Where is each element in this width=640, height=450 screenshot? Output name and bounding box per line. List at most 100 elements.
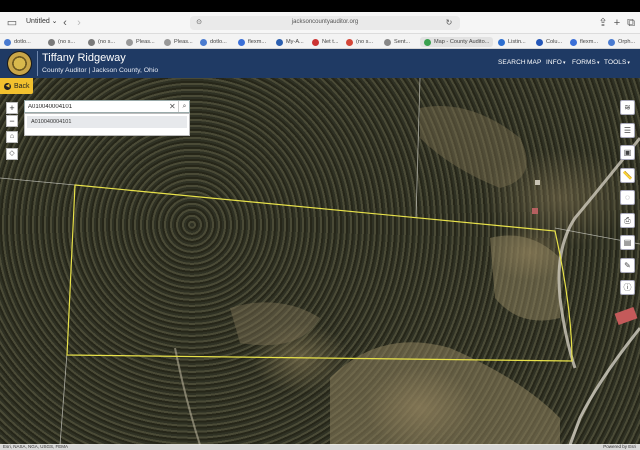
layers-tool-button[interactable]: ≋	[620, 100, 635, 115]
screen-top-bezel	[0, 0, 640, 12]
share-icon[interactable]: ⇪	[596, 16, 610, 30]
caret-down-icon: ▾	[562, 60, 566, 66]
map-attribution: Esri, NASA, NGA, USGS, FEMA Powered by E…	[0, 444, 640, 450]
attribution-sources: Esri, NASA, NGA, USGS, FEMA	[3, 444, 69, 449]
favorite-label: Orph...	[618, 39, 636, 45]
back-nav-icon[interactable]: ‹	[58, 16, 72, 30]
minus-icon: −	[9, 116, 15, 126]
favicon-icon	[424, 38, 431, 46]
new-tab-icon[interactable]: +	[610, 16, 624, 30]
favorite-label: Map - County Audito...	[434, 39, 490, 45]
favorite-item[interactable]: Pleas...	[164, 37, 193, 47]
locate-icon: ◇	[9, 150, 15, 157]
favorite-item[interactable]: Pleas...	[126, 37, 155, 47]
county-seal-logo[interactable]	[7, 51, 32, 76]
search-icon[interactable]: ⌕	[178, 101, 190, 112]
field-area	[490, 235, 560, 321]
site-title: Tiffany Ridgeway	[42, 52, 126, 64]
site-subtitle: County Auditor | Jackson County, Ohio	[42, 67, 159, 74]
tab-overview-icon[interactable]: ⧉	[624, 16, 638, 30]
reload-icon[interactable]: ↻	[442, 16, 456, 30]
building	[532, 208, 538, 214]
identify-icon: ▣	[623, 148, 632, 157]
parcel-search-input[interactable]	[28, 102, 158, 112]
favorite-item[interactable]: flexm...	[570, 37, 598, 47]
window-title[interactable]: Untitled ⌄	[26, 17, 58, 25]
favicon-icon	[126, 38, 133, 46]
favorite-label: Sent...	[394, 39, 411, 45]
favorite-item[interactable]: (no s...	[88, 37, 115, 47]
save-icon: ▤	[623, 238, 632, 247]
nav-tools[interactable]: TOOLS▾	[604, 59, 630, 66]
home-button[interactable]: ⌂	[6, 131, 18, 143]
field-area	[420, 106, 527, 188]
url-text: jacksoncountyauditor.org	[291, 19, 359, 25]
favicon-icon	[164, 38, 171, 46]
favorite-item[interactable]: Orph...	[608, 37, 635, 47]
building	[614, 306, 638, 326]
zoom-out-button[interactable]: −	[6, 115, 18, 127]
favorite-label: Pleas...	[136, 39, 155, 45]
nav-forms[interactable]: FORMS▾	[572, 59, 600, 66]
favorite-item[interactable]: (no s...	[48, 37, 75, 47]
hide-icon: ◌	[625, 193, 630, 202]
favorite-item[interactable]: (no s...	[346, 37, 373, 47]
favicon-icon	[498, 38, 505, 46]
favorite-label: (no s...	[98, 39, 116, 45]
favicon-icon	[88, 38, 95, 46]
favicon-icon	[384, 38, 391, 46]
locate-button[interactable]: ◇	[6, 148, 18, 160]
favorite-label: Net t...	[322, 39, 339, 45]
address-bar[interactable]: ⊙ jacksoncountyauditor.org ↻	[190, 16, 460, 30]
favorite-label: (no s...	[58, 39, 76, 45]
favicon-icon	[346, 38, 353, 46]
clear-search-icon[interactable]: ✕	[169, 102, 176, 112]
hide-tool-button[interactable]: ◌	[620, 190, 635, 205]
nav-search[interactable]: SEARCH	[498, 59, 526, 66]
zoom-in-button[interactable]: +	[6, 102, 18, 114]
identify-tool-button[interactable]: ▣	[620, 145, 635, 160]
nav-map[interactable]: MAP	[527, 59, 541, 66]
favorite-label: flexm...	[580, 39, 599, 45]
list-icon: ☰	[623, 125, 632, 135]
layers-icon: ≋	[624, 103, 631, 112]
favorite-item[interactable]: Net t...	[312, 37, 338, 47]
measure-tool-button[interactable]: 📏	[620, 167, 635, 183]
home-icon: ⌂	[9, 133, 15, 140]
favorite-item[interactable]: dotlo...	[200, 37, 227, 47]
info-tool-button[interactable]: ⓘ	[620, 280, 635, 295]
favicon-icon	[536, 38, 543, 46]
favorite-item[interactable]: Colu...	[536, 37, 562, 47]
trail	[174, 347, 201, 445]
print-icon: ⎙	[624, 215, 631, 225]
suggestion-item[interactable]: A010040004101	[27, 116, 187, 128]
building	[535, 180, 540, 185]
favorite-item[interactable]: Map - County Audito...	[420, 37, 494, 47]
road	[568, 327, 640, 445]
print-tool-button[interactable]: ⎙	[620, 212, 635, 228]
favorite-item[interactable]: dotlo...	[4, 37, 31, 47]
back-button[interactable]: ◀ Back	[0, 78, 33, 94]
favorite-item[interactable]: Sent...	[384, 37, 410, 47]
favorite-item[interactable]: My-A...	[276, 37, 304, 47]
favicon-icon	[4, 38, 11, 46]
sidebar-icon[interactable]: ▭	[5, 16, 19, 30]
favorite-label: Listin...	[508, 39, 526, 45]
nav-info[interactable]: INFO▾	[546, 59, 566, 66]
favicon-icon	[608, 38, 615, 46]
caret-down-icon: ▾	[596, 60, 600, 66]
list-tool-button[interactable]: ☰	[620, 122, 635, 138]
attribution-powered-by[interactable]: Powered by Esri	[603, 444, 636, 449]
favorite-item[interactable]: flexm...	[238, 37, 266, 47]
field-area	[230, 302, 320, 346]
favicon-icon	[570, 38, 577, 46]
forward-nav-icon[interactable]: ›	[72, 16, 86, 30]
comment-tool-button[interactable]: ✎	[620, 257, 635, 273]
favicon-icon	[200, 38, 207, 46]
favorite-label: dotlo...	[14, 39, 31, 45]
favorite-item[interactable]: Listin...	[498, 37, 526, 47]
favorite-label: Colu...	[546, 39, 563, 45]
save-tool-button[interactable]: ▤	[620, 235, 635, 250]
favorite-label: (no s...	[356, 39, 374, 45]
favorite-label: flexm...	[248, 39, 267, 45]
